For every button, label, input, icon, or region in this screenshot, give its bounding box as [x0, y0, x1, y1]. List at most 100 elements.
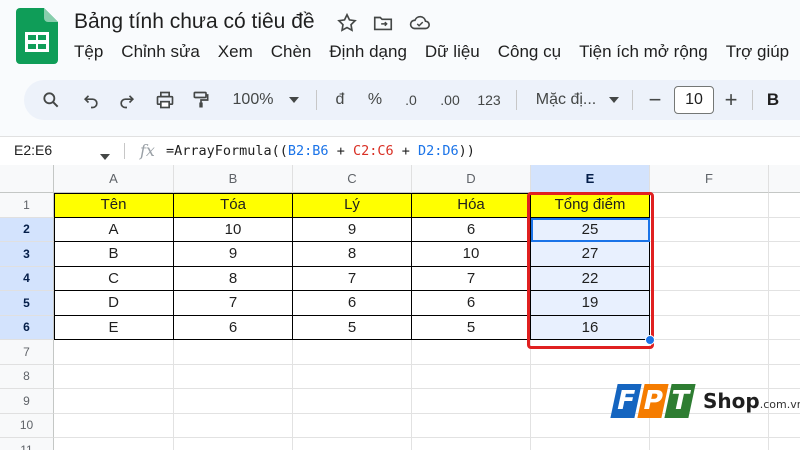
table-cell[interactable]: 10 — [174, 217, 293, 242]
empty-cell[interactable] — [293, 340, 412, 365]
table-cell[interactable]: B — [54, 242, 174, 267]
table-cell[interactable]: E — [54, 315, 174, 340]
row-header-10[interactable]: 10 — [0, 413, 54, 438]
menu-view[interactable]: Xem — [218, 42, 253, 62]
formula-input[interactable]: =ArrayFormula((B2:B6 + C2:C6 + D2:D6)) — [166, 143, 475, 159]
empty-cell[interactable] — [412, 413, 531, 438]
column-header-f[interactable]: F — [650, 165, 769, 193]
table-cell[interactable]: 7 — [293, 266, 412, 291]
font-select[interactable]: Mặc đị... — [526, 80, 606, 120]
select-all-corner[interactable] — [0, 165, 54, 193]
column-header-a[interactable]: A — [54, 165, 174, 193]
empty-cell[interactable] — [412, 340, 531, 365]
decrease-decimal-button[interactable]: .0 — [398, 80, 424, 120]
empty-cell[interactable] — [769, 218, 800, 242]
move-folder-icon[interactable] — [372, 12, 394, 34]
currency-format-button[interactable]: đ — [330, 80, 350, 120]
table-cell[interactable]: 9 — [174, 242, 293, 267]
menu-tools[interactable]: Công cụ — [498, 42, 561, 62]
table-cell[interactable]: 6 — [412, 217, 531, 242]
empty-cell[interactable] — [174, 340, 293, 365]
total-cell[interactable]: 25 — [531, 217, 650, 242]
empty-cell[interactable] — [650, 266, 769, 291]
row-header-6[interactable]: 6 — [0, 315, 54, 340]
empty-cell[interactable] — [412, 438, 531, 450]
table-cell[interactable]: 6 — [174, 315, 293, 340]
table-cell[interactable]: 8 — [174, 266, 293, 291]
empty-cell[interactable] — [54, 340, 174, 365]
paint-format-icon[interactable] — [188, 80, 214, 120]
menu-extensions[interactable]: Tiện ích mở rộng — [579, 42, 708, 62]
column-header-c[interactable]: C — [293, 165, 412, 193]
empty-cell[interactable] — [531, 438, 650, 450]
column-header-d[interactable]: D — [412, 165, 531, 193]
empty-cell[interactable] — [769, 242, 800, 267]
total-cell[interactable]: 16 — [531, 315, 650, 340]
percent-format-button[interactable]: % — [364, 80, 386, 120]
table-cell[interactable]: A — [54, 217, 174, 242]
fill-handle[interactable] — [645, 335, 655, 345]
column-header-next[interactable] — [769, 165, 800, 193]
increase-font-size-button[interactable]: + — [720, 80, 742, 120]
empty-cell[interactable] — [54, 364, 174, 389]
empty-cell[interactable] — [769, 316, 800, 340]
empty-cell[interactable] — [174, 389, 293, 414]
table-cell[interactable]: 7 — [174, 291, 293, 316]
total-cell[interactable]: 22 — [531, 266, 650, 291]
empty-cell[interactable] — [650, 315, 769, 340]
cloud-status-icon[interactable] — [408, 12, 430, 34]
row-header-3[interactable]: 3 — [0, 242, 54, 267]
empty-cell[interactable] — [769, 291, 800, 316]
row-header-9[interactable]: 9 — [0, 389, 54, 414]
empty-cell[interactable] — [650, 217, 769, 242]
empty-cell[interactable] — [769, 438, 800, 450]
empty-cell[interactable] — [650, 242, 769, 267]
empty-cell[interactable] — [293, 438, 412, 450]
empty-cell[interactable] — [769, 340, 800, 365]
empty-cell[interactable] — [174, 438, 293, 450]
zoom-chevron-down-icon[interactable] — [286, 80, 302, 120]
menu-file[interactable]: Tệp — [74, 42, 103, 62]
table-cell[interactable]: C — [54, 266, 174, 291]
table-cell[interactable]: 6 — [293, 291, 412, 316]
search-menus-icon[interactable] — [38, 80, 64, 120]
empty-cell[interactable] — [412, 364, 531, 389]
empty-cell[interactable] — [650, 291, 769, 316]
print-icon[interactable] — [152, 80, 178, 120]
header-cell[interactable]: Hóa — [412, 193, 531, 218]
decrease-font-size-button[interactable]: − — [644, 80, 666, 120]
row-header-1[interactable]: 1 — [0, 193, 54, 218]
header-cell[interactable]: Tên — [54, 193, 174, 218]
empty-cell[interactable] — [54, 389, 174, 414]
empty-cell[interactable] — [54, 438, 174, 450]
table-cell[interactable]: 6 — [412, 291, 531, 316]
increase-decimal-button[interactable]: .00 — [434, 80, 466, 120]
header-cell[interactable]: Lý — [293, 193, 412, 218]
empty-cell[interactable] — [174, 413, 293, 438]
column-header-e[interactable]: E — [531, 165, 650, 193]
name-box-chevron-down-icon[interactable] — [100, 147, 110, 165]
empty-cell[interactable] — [769, 193, 800, 218]
empty-cell[interactable] — [293, 364, 412, 389]
empty-cell[interactable] — [769, 267, 800, 291]
table-cell[interactable]: 5 — [412, 315, 531, 340]
menu-insert[interactable]: Chèn — [271, 42, 312, 62]
empty-cell[interactable] — [531, 340, 650, 365]
menu-edit[interactable]: Chỉnh sửa — [121, 42, 199, 62]
header-cell[interactable]: Tóa — [174, 193, 293, 218]
row-header-8[interactable]: 8 — [0, 364, 54, 389]
star-icon[interactable] — [336, 12, 358, 34]
document-title[interactable]: Bảng tính chưa có tiêu đề — [74, 10, 315, 34]
empty-cell[interactable] — [650, 438, 769, 450]
table-cell[interactable]: 5 — [293, 315, 412, 340]
empty-cell[interactable] — [650, 193, 769, 218]
bold-button[interactable]: B — [762, 80, 784, 120]
row-header-5[interactable]: 5 — [0, 291, 54, 316]
row-header-2[interactable]: 2 — [0, 217, 54, 242]
empty-cell[interactable] — [293, 389, 412, 414]
table-cell[interactable]: 7 — [412, 266, 531, 291]
zoom-select[interactable]: 100% — [228, 80, 278, 120]
empty-cell[interactable] — [174, 364, 293, 389]
menu-help[interactable]: Trợ giúp — [726, 42, 789, 62]
row-header-7[interactable]: 7 — [0, 340, 54, 365]
